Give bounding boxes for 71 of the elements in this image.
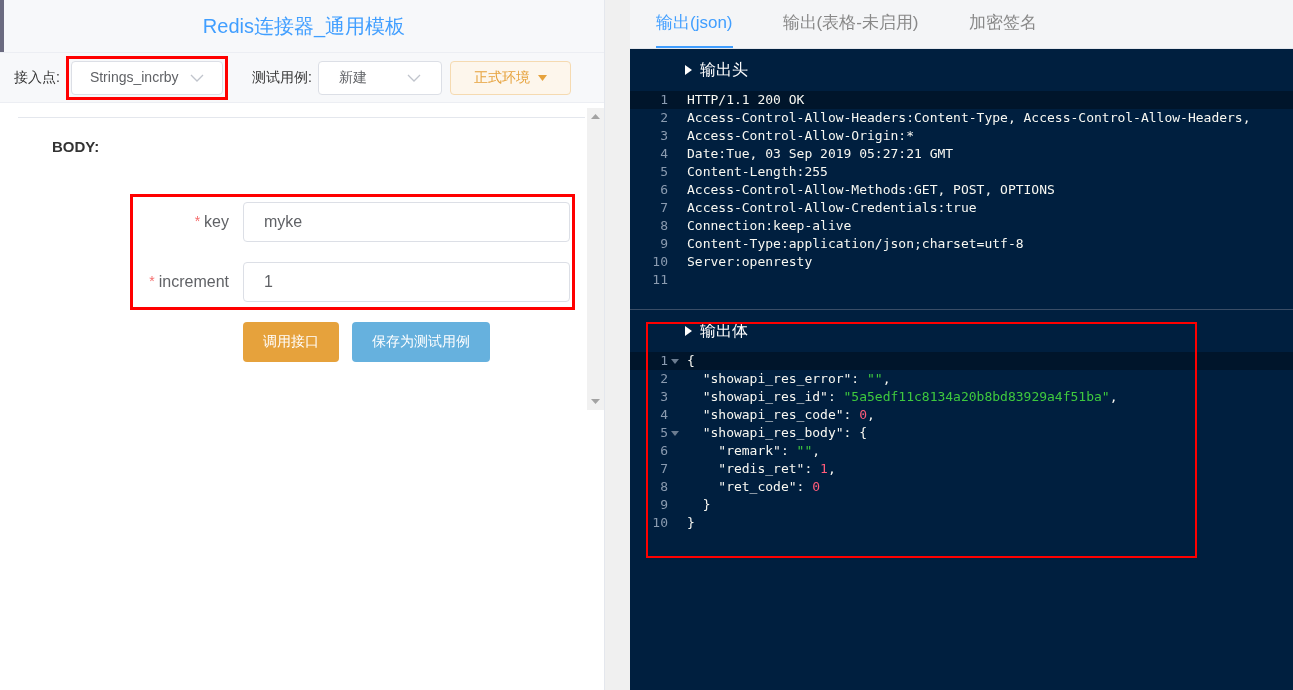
scrollbar[interactable] xyxy=(587,108,604,410)
line-number: 6 xyxy=(660,442,668,461)
endpoint-label: 接入点: xyxy=(14,68,60,87)
caret-down-icon xyxy=(537,74,547,81)
line-number: 1 xyxy=(660,352,668,371)
chevron-down-icon xyxy=(189,73,204,82)
line-number: 8 xyxy=(660,478,668,497)
code-line: Access-Control-Allow-Headers:Content-Type, Access-Control-Allow-Headers, xyxy=(686,109,1251,128)
test-case-label: 测试用例: xyxy=(251,68,312,87)
scroll-up-icon[interactable] xyxy=(591,114,600,119)
section-title: 输出头 xyxy=(700,60,748,80)
tab[interactable]: 输出(表格-未启用) xyxy=(782,0,919,48)
line-number: 1 xyxy=(660,91,668,110)
page-title: Redis连接器_通用模板 xyxy=(202,14,406,40)
line-number: 4 xyxy=(660,406,668,425)
caret-right-icon[interactable] xyxy=(684,65,692,75)
code-line: "showapi_res_body": { xyxy=(701,424,867,443)
code-line: "redis_ret": 1, xyxy=(717,460,836,479)
input-field[interactable]: 1 xyxy=(243,261,570,302)
code-line: Content-Length:255 xyxy=(686,163,828,182)
action-button[interactable]: 保存为测试用例 xyxy=(352,321,490,362)
endpoint-select[interactable]: Strings_incrby xyxy=(70,60,223,95)
tab[interactable]: 加密签名 xyxy=(968,0,1037,48)
test-case-select[interactable]: 新建 xyxy=(317,60,442,95)
fold-arrow-icon[interactable] xyxy=(671,430,679,436)
environment-dropdown[interactable]: 正式环境 xyxy=(449,60,571,95)
code-line: Access-Control-Allow-Origin:* xyxy=(686,127,914,146)
code-line: Access-Control-Allow-Credentials:true xyxy=(686,199,977,218)
chevron-down-icon xyxy=(406,73,421,82)
line-number: 7 xyxy=(660,199,668,218)
code-line: "showapi_res_code": 0, xyxy=(701,406,875,425)
code-line: "showapi_res_id": "5a5edf11c8134a20b8bd83929a4f51ba", xyxy=(701,388,1118,407)
code-line: Access-Control-Allow-Methods:GET, POST, OPTIONS xyxy=(686,181,1055,200)
code-line: "remark": "", xyxy=(717,442,821,461)
input-field[interactable]: myke xyxy=(243,201,570,242)
section-title: 输出体 xyxy=(700,321,748,341)
line-number: 3 xyxy=(660,127,668,146)
code-line: Server:openresty xyxy=(686,253,813,272)
code-line: Content-Type:application/json;charset=utf-8 xyxy=(686,235,1024,254)
field-label: key xyxy=(204,211,229,232)
code-line: "showapi_res_error": "", xyxy=(701,370,891,389)
body-heading: BODY: xyxy=(52,137,101,157)
fold-arrow-icon[interactable] xyxy=(671,358,679,364)
line-number: 7 xyxy=(660,460,668,479)
field-label: increment xyxy=(158,271,229,292)
caret-right-icon[interactable] xyxy=(684,326,692,336)
line-number: 4 xyxy=(660,145,668,164)
code-line: } xyxy=(701,496,711,515)
line-number: 11 xyxy=(652,271,668,290)
action-button[interactable]: 调用接口 xyxy=(243,321,339,362)
code-line: Connection:keep-alive xyxy=(686,217,852,236)
line-number: 10 xyxy=(652,253,668,272)
line-number: 9 xyxy=(660,235,668,254)
line-number: 6 xyxy=(660,181,668,200)
required-asterisk: * xyxy=(194,212,201,231)
required-asterisk: * xyxy=(149,272,155,291)
code-line: Date:Tue, 03 Sep 2019 05:27:21 GMT xyxy=(686,145,954,164)
line-number: 8 xyxy=(660,217,668,236)
line-number: 2 xyxy=(660,109,668,128)
line-number: 3 xyxy=(660,388,668,407)
line-number: 2 xyxy=(660,370,668,389)
code-line: } xyxy=(686,514,695,533)
line-number: 5 xyxy=(660,163,668,182)
line-number: 9 xyxy=(660,496,668,515)
line-number: 10 xyxy=(652,514,668,533)
scroll-down-icon[interactable] xyxy=(591,399,600,404)
code-line: HTTP/1.1 200 OK xyxy=(686,91,805,110)
code-line: "ret_code": 0 xyxy=(717,478,821,497)
code-line: { xyxy=(686,352,695,371)
tab[interactable]: 输出(json) xyxy=(656,0,733,48)
line-number: 5 xyxy=(660,424,668,443)
